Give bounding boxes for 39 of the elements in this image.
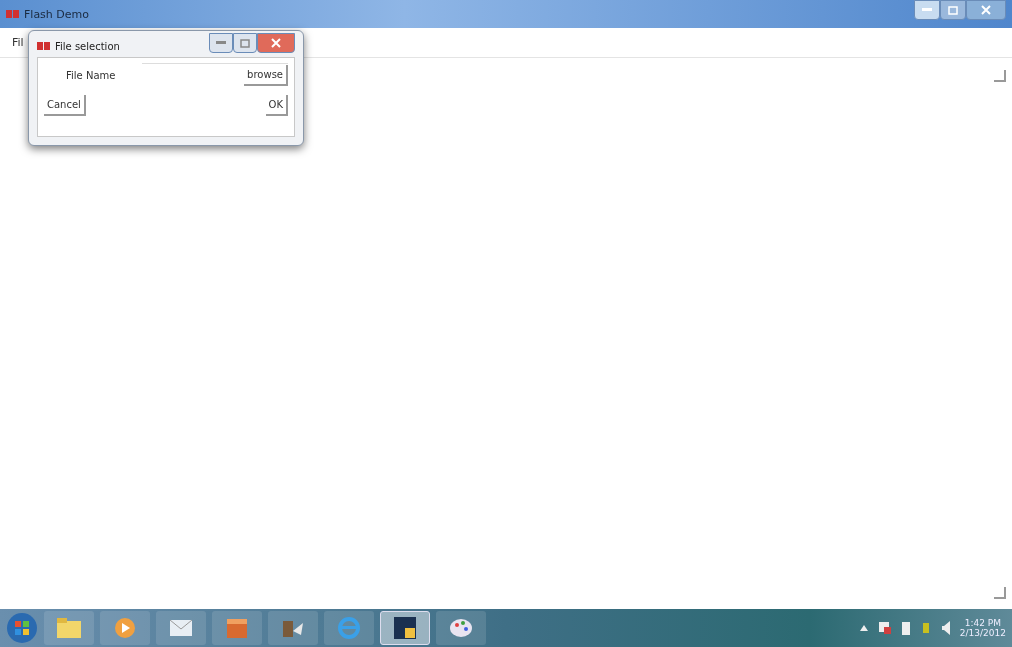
maximize-icon: [240, 38, 250, 48]
menu-item[interactable]: Fil: [12, 36, 24, 49]
package-icon: [225, 617, 249, 639]
close-button[interactable]: [257, 33, 295, 53]
app-icon: [393, 616, 417, 640]
folder-icon: [56, 617, 82, 639]
play-icon: [114, 617, 136, 639]
up-arrow-icon[interactable]: [859, 625, 868, 631]
maximize-button[interactable]: [233, 33, 257, 53]
app-logo-icon: [37, 41, 51, 51]
ok-button[interactable]: OK: [265, 94, 288, 116]
maximize-button[interactable]: [940, 0, 966, 20]
close-button[interactable]: [966, 0, 1006, 20]
browse-button[interactable]: browse: [244, 65, 288, 86]
flag-icon[interactable]: [877, 621, 892, 635]
maximize-icon: [948, 5, 958, 15]
file-name-field[interactable]: browse: [142, 63, 288, 87]
battery-icon[interactable]: [901, 621, 910, 635]
field-label: File Name: [66, 69, 116, 81]
resize-corner-icon: [994, 587, 1006, 599]
close-icon: [271, 38, 281, 48]
minimize-icon: [922, 8, 932, 12]
clock[interactable]: 1:42 PM 2/13/2012: [959, 618, 1006, 638]
app-logo-icon: [6, 9, 20, 19]
taskbar-app[interactable]: [380, 611, 430, 645]
start-button[interactable]: [6, 612, 38, 644]
minimize-button[interactable]: [209, 33, 233, 53]
minimize-button[interactable]: [914, 0, 940, 20]
palette-icon: [449, 617, 473, 639]
minimize-icon: [216, 41, 226, 45]
speaker-icon[interactable]: [941, 621, 950, 635]
taskbar-app[interactable]: [268, 611, 318, 645]
envelope-icon: [169, 619, 193, 637]
resize-corner-icon: [994, 70, 1006, 82]
dialog-title: File selection: [55, 40, 120, 52]
cancel-button[interactable]: Cancel: [44, 94, 86, 116]
close-icon: [981, 5, 991, 15]
window-title: Flash Demo: [24, 7, 89, 21]
browser-icon: [336, 615, 362, 641]
